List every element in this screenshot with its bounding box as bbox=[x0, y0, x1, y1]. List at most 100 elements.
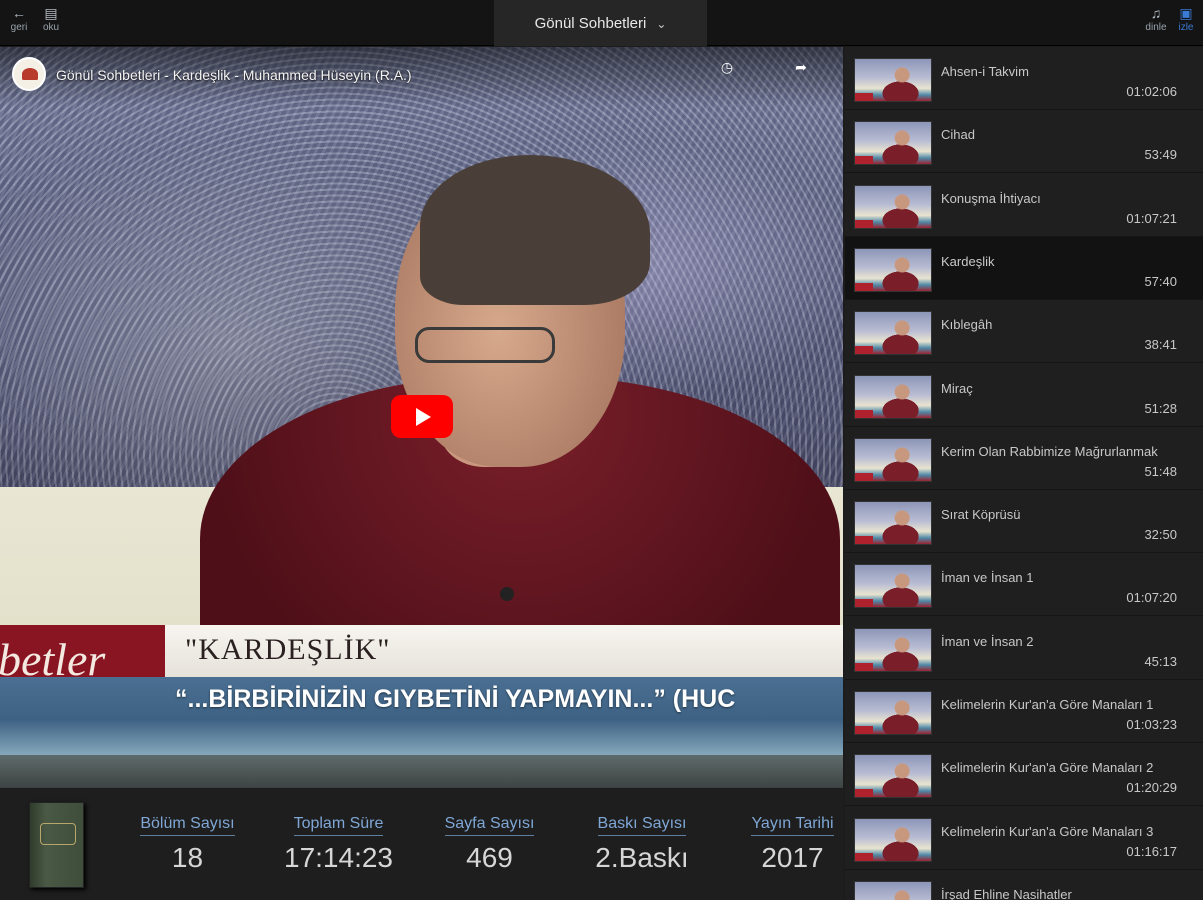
playlist-thumbnail bbox=[854, 247, 932, 292]
playlist-item-duration: 51:48 bbox=[1144, 463, 1177, 479]
playlist-item[interactable]: İman ve İnsan 1 01:07:20 bbox=[845, 553, 1203, 617]
playlist-item-title: Kelimelerin Kur'an'a Göre Manaları 1 bbox=[941, 697, 1154, 712]
video-title[interactable]: Gönül Sohbetleri - Kardeşlik - Muhammed … bbox=[56, 67, 412, 83]
stat-value: 469 bbox=[466, 842, 513, 873]
playlist-item-duration: 32:50 bbox=[1144, 527, 1177, 543]
playlist-item-duration: 01:20:29 bbox=[1126, 780, 1177, 796]
lapel-mic bbox=[500, 587, 514, 601]
channel-avatar[interactable] bbox=[12, 57, 46, 91]
playlist-item-duration: 01:03:23 bbox=[1126, 717, 1177, 732]
read-label: oku bbox=[42, 22, 60, 33]
playlist-item-duration: 51:28 bbox=[1144, 400, 1177, 416]
video-icon: ▣ bbox=[1179, 5, 1193, 21]
playlist-thumbnail bbox=[854, 564, 932, 609]
stat-value: 2017 bbox=[761, 842, 824, 873]
series-title: Gönül Sohbetleri bbox=[534, 14, 647, 32]
playlist-item-title: Kardeşlik bbox=[941, 253, 995, 269]
stat-page-count: Sayfa Sayısı 469 bbox=[432, 815, 547, 874]
playlist-item-title: Sırat Köprüsü bbox=[941, 507, 1021, 523]
playlist-item-title: Kelimelerin Kur'an'a Göre Manaları 3 bbox=[941, 823, 1154, 839]
lower-third-title-bar: "KARDEŞLİK" bbox=[165, 625, 843, 677]
playlist-item-title: İman ve İnsan 2 bbox=[941, 633, 1034, 649]
stat-publish-year: Yayın Tarihi 2017 bbox=[740, 815, 845, 874]
playlist-thumbnail bbox=[854, 311, 932, 356]
stat-label: Yayın Tarihi bbox=[751, 815, 834, 836]
stat-value: 2.Baskı bbox=[595, 842, 689, 873]
playlist-thumbnail bbox=[854, 501, 932, 546]
lower-third-quote: “...BİRBİRİNİZİN GIYBETİNİ YAPMAYIN...” … bbox=[175, 685, 736, 713]
playlist-item[interactable]: Sırat Köprüsü 32:50 bbox=[845, 490, 1203, 554]
video-player[interactable]: betler "KARDEŞLİK" “...BİRBİRİNİZİN GIYB… bbox=[0, 47, 843, 788]
playlist-item[interactable]: İrşad Ehline Nasihatler bbox=[845, 870, 1203, 900]
playlist-thumbnail bbox=[854, 121, 932, 166]
stat-value: 17:14:23 bbox=[284, 842, 393, 873]
playlist-thumbnail bbox=[854, 754, 932, 799]
playlist-item-duration: 57:40 bbox=[1144, 273, 1177, 289]
playlist-item-duration: 01:16:17 bbox=[1126, 843, 1177, 859]
music-note-icon: ♫ bbox=[1150, 5, 1162, 21]
playlist-item-title: İman ve İnsan 1 bbox=[941, 570, 1034, 586]
stat-edition: Baskı Sayısı 2.Baskı bbox=[582, 815, 702, 874]
playlist-thumbnail bbox=[854, 880, 932, 900]
top-bar: ← geri ▤ oku Gönül Sohbetleri ⌄ ♫ dinle … bbox=[0, 0, 1203, 46]
playlist-thumbnail bbox=[854, 58, 932, 102]
lower-third-title: "KARDEŞLİK" bbox=[185, 633, 391, 666]
stat-label: Baskı Sayısı bbox=[597, 815, 687, 836]
lower-third-strip bbox=[0, 755, 843, 788]
playlist-item[interactable]: Miraç 51:28 bbox=[845, 364, 1203, 427]
playlist-item-duration: 01:07:21 bbox=[1126, 210, 1177, 226]
playlist-item-title: Kerim Olan Rabbimize Mağrurlanmak bbox=[941, 443, 1158, 459]
listen-button[interactable]: ♫ dinle bbox=[1141, 6, 1171, 33]
playlist-item[interactable]: Kıblegâh 38:41 bbox=[845, 300, 1203, 364]
lower-third-quote-bar: “...BİRBİRİNİZİN GIYBETİNİ YAPMAYIN...” … bbox=[0, 677, 843, 755]
share-icon[interactable]: ➦ bbox=[788, 59, 814, 76]
book-cover bbox=[29, 802, 84, 888]
book-icon: ▤ bbox=[44, 5, 58, 21]
speaker-glasses bbox=[415, 327, 555, 363]
clock-icon[interactable]: ◷ bbox=[714, 59, 740, 76]
play-button[interactable] bbox=[391, 395, 453, 438]
playlist-thumbnail bbox=[854, 691, 932, 735]
playlist-item[interactable]: Kelimelerin Kur'an'a Göre Manaları 2 01:2… bbox=[845, 743, 1203, 807]
playlist-item[interactable]: İman ve İnsan 2 45:13 bbox=[845, 617, 1203, 680]
arrow-left-icon: ← bbox=[12, 5, 26, 21]
playlist-item-title: İrşad Ehline Nasihatler bbox=[941, 886, 1072, 900]
playlist-item-title: Cihad bbox=[941, 127, 975, 143]
playlist-item-duration: 45:13 bbox=[1144, 653, 1177, 669]
listen-label: dinle bbox=[1145, 22, 1167, 33]
playlist-thumbnail bbox=[854, 817, 932, 862]
playlist-item[interactable]: Kerim Olan Rabbimize Mağrurlanmak 51:48 bbox=[845, 427, 1203, 490]
playlist-item[interactable]: Kelimelerin Kur'an'a Göre Manaları 3 01:1… bbox=[845, 807, 1203, 870]
stat-label: Toplam Süre bbox=[293, 815, 384, 836]
stat-label: Bölüm Sayısı bbox=[140, 815, 235, 836]
playlist-thumbnail bbox=[854, 627, 932, 672]
stat-value: 18 bbox=[171, 842, 204, 873]
playlist-item[interactable]: Cihad 53:49 bbox=[845, 110, 1203, 174]
series-dropdown[interactable]: Gönül Sohbetleri ⌄ bbox=[494, 0, 707, 46]
read-button[interactable]: ▤ oku bbox=[36, 6, 66, 33]
playlist-item-title: Miraç bbox=[941, 380, 973, 396]
playlist-item[interactable]: Kardeşlik 57:40 bbox=[845, 236, 1203, 300]
stat-label: Sayfa Sayısı bbox=[444, 815, 535, 836]
playlist-thumbnail bbox=[854, 374, 932, 419]
episode-playlist: Ahsen-i Takvim 01:02:06 Cihad 53:49 Konuşma … bbox=[845, 47, 1203, 900]
playlist-item-duration: 01:02:06 bbox=[1126, 84, 1177, 99]
playlist-item[interactable]: Konuşma İhtiyacı 01:07:21 bbox=[845, 174, 1203, 237]
playlist-item-duration: 38:41 bbox=[1144, 337, 1177, 353]
playlist-item-duration: 53:49 bbox=[1144, 147, 1177, 163]
playlist-item[interactable]: Ahsen-i Takvim 01:02:06 bbox=[845, 47, 1203, 110]
book-stats-bar: Bölüm Sayısı 18 Toplam Süre 17:14:23 Say… bbox=[0, 789, 843, 900]
playlist-item-title: Konuşma İhtiyacı bbox=[941, 190, 1041, 206]
playlist-thumbnail bbox=[854, 437, 932, 482]
playlist-item[interactable]: Kelimelerin Kur'an'a Göre Manaları 1 01:0… bbox=[845, 680, 1203, 743]
back-label: geri bbox=[10, 22, 28, 33]
playlist-item-title: Kelimelerin Kur'an'a Göre Manaları 2 bbox=[941, 760, 1154, 776]
chevron-down-icon: ⌄ bbox=[656, 17, 667, 31]
playlist-thumbnail bbox=[854, 184, 932, 229]
playlist-item-title: Kıblegâh bbox=[941, 317, 993, 333]
playlist-item-duration: 01:07:20 bbox=[1126, 590, 1177, 606]
playlist-item-title: Ahsen-i Takvim bbox=[941, 64, 1029, 79]
watch-button[interactable]: ▣ izle bbox=[1171, 6, 1201, 33]
stat-total-duration: Toplam Süre 17:14:23 bbox=[276, 815, 401, 874]
back-button[interactable]: ← geri bbox=[4, 6, 34, 33]
